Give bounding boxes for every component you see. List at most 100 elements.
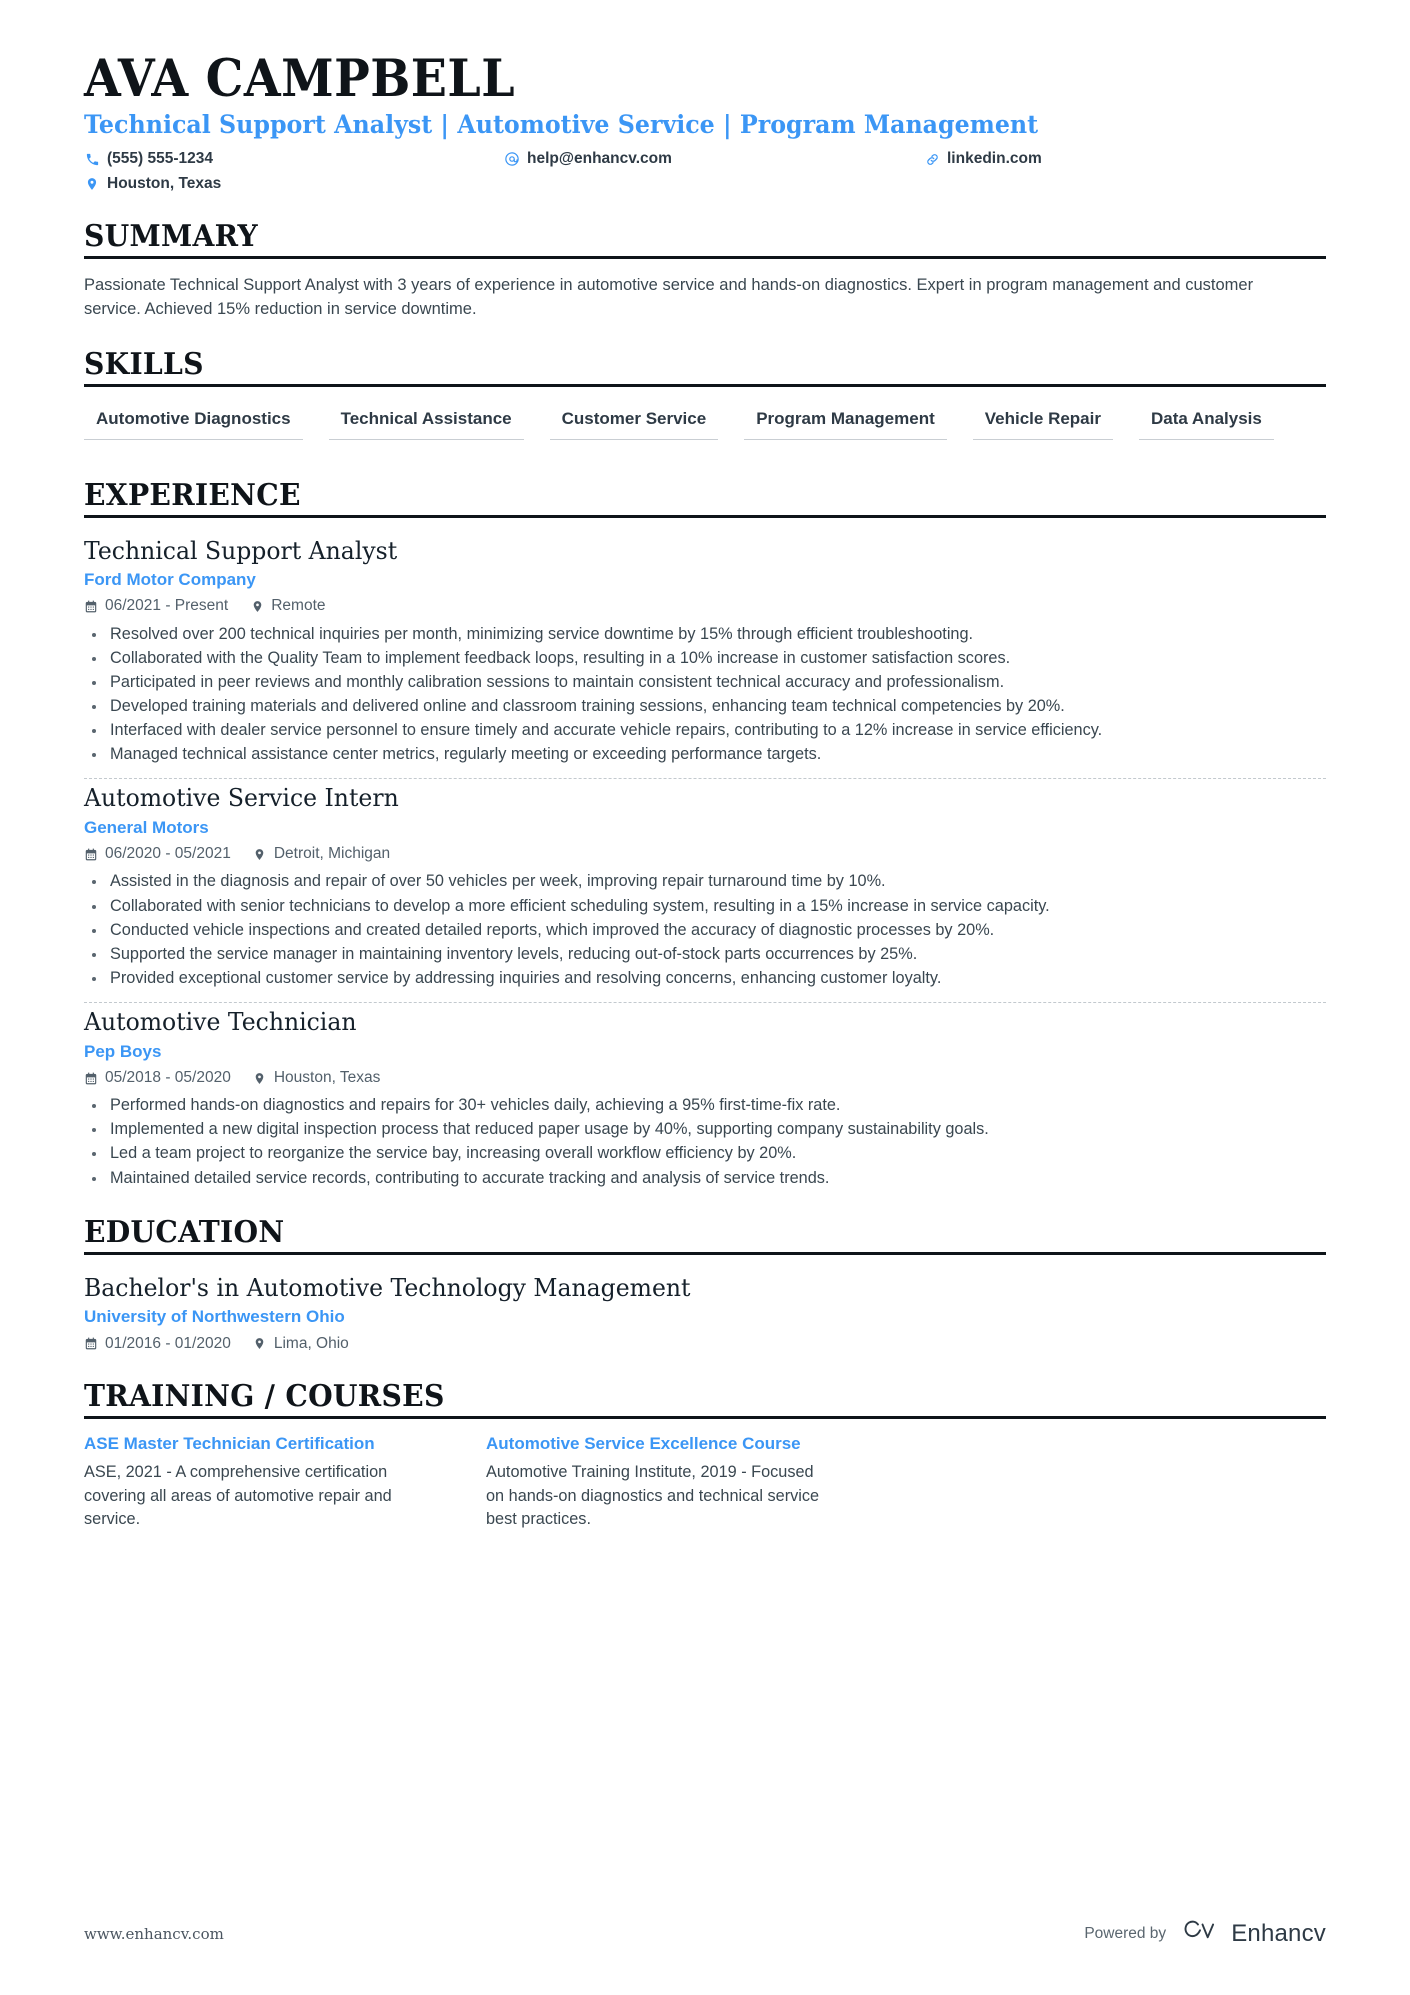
bullet-item: Led a team project to reorganize the ser… [84,1142,1295,1165]
bullet-item: Interfaced with dealer service personnel… [84,719,1295,742]
responsibility-list: Assisted in the diagnosis and repair of … [84,870,1326,990]
resume-page: AVA CAMPBELL Technical Support Analyst |… [0,0,1410,1995]
page-footer: www.enhancv.com Powered by Enhancv [84,1918,1326,1949]
location-icon [84,176,100,192]
company-name: Pep Boys [84,1041,162,1061]
contact-email[interactable]: help@enhancv.com [504,149,924,169]
bullet-item: Collaborated with senior technicians to … [84,895,1295,918]
link-icon [924,151,940,167]
company-name: Ford Motor Company [84,570,256,590]
education-entry: Bachelor's in Automotive Technology Mana… [84,1269,1326,1354]
skills-list: Automotive Diagnostics Technical Assista… [84,401,1326,452]
entry-meta: 05/2018 - 05/2020 Houston, Texas [84,1068,1326,1088]
contact-phone-text: (555) 555-1234 [107,150,213,168]
powered-by-label: Powered by [1084,1924,1167,1942]
section-divider [84,1415,1326,1419]
skill-item: Vehicle Repair [972,401,1113,440]
entry-dates: 05/2018 - 05/2020 [84,1068,231,1088]
responsibility-list: Resolved over 200 technical inquiries pe… [84,623,1326,767]
footer-url[interactable]: www.enhancv.com [84,1925,224,1943]
skill-item: Data Analysis [1138,401,1274,440]
contact-info: (555) 555-1234 help@enhancv.com linkedin… [84,149,1326,193]
location-icon [253,1071,267,1086]
candidate-headline: Technical Support Analyst | Automotive S… [84,110,1039,141]
entry-dates-text: 01/2016 - 01/2020 [105,1334,231,1352]
bullet-item: Conducted vehicle inspections and create… [84,919,1295,942]
calendar-icon [84,847,98,862]
skill-item: Automotive Diagnostics [84,401,303,440]
summary-text: Passionate Technical Support Analyst wit… [84,275,1254,319]
contact-location: Houston, Texas [84,174,504,194]
section-divider [84,514,1326,518]
section-title-summary: SUMMARY [84,218,258,254]
entry-location-text: Detroit, Michigan [273,845,391,863]
skill-item: Customer Service [549,401,719,440]
degree-title: Bachelor's in Automotive Technology Mana… [84,1272,691,1302]
bullet-item: Provided exceptional customer service by… [84,967,1295,990]
course-item: Automotive Service Excellence Course Aut… [486,1433,826,1531]
experience-entry: Automotive Service Intern General Motors… [84,779,1326,990]
skill-item: Program Management [744,401,947,440]
experience-entry: Technical Support Analyst Ford Motor Com… [84,532,1326,767]
job-title: Automotive Technician [84,1007,357,1037]
school-name: University of Northwestern Ohio [84,1307,345,1327]
email-icon [504,151,520,167]
experience-entry: Automotive Technician Pep Boys 05/2018 -… [84,1003,1326,1190]
courses-list: ASE Master Technician Certification ASE,… [84,1433,1326,1531]
enhancv-logo-icon [1182,1918,1222,1949]
bullet-item: Supported the service manager in maintai… [84,943,1295,966]
job-title: Automotive Service Intern [84,783,399,813]
section-experience: EXPERIENCE Technical Support Analyst For… [84,479,1326,1190]
entry-dates-text: 06/2021 - Present [105,597,229,615]
entry-meta: 01/2016 - 01/2020 Lima, Ohio [84,1334,1326,1354]
entry-location: Remote [250,596,326,616]
bullet-item: Performed hands-on diagnostics and repai… [84,1094,1295,1117]
enhancv-wordmark: Enhancv [1231,1919,1326,1947]
calendar-icon [84,1071,98,1086]
section-divider [84,255,1326,259]
entry-location: Detroit, Michigan [253,844,390,864]
bullet-item: Collaborated with the Quality Team to im… [84,647,1295,670]
section-divider [84,384,1326,388]
job-title: Technical Support Analyst [84,535,398,565]
contact-location-text: Houston, Texas [107,174,222,192]
entry-location: Houston, Texas [253,1068,381,1088]
course-title: Automotive Service Excellence Course [486,1433,801,1453]
contact-phone[interactable]: (555) 555-1234 [84,149,504,169]
bullet-item: Implemented a new digital inspection pro… [84,1118,1295,1141]
entry-dates: 06/2021 - Present [84,596,228,616]
phone-icon [84,151,100,167]
bullet-item: Maintained detailed service records, con… [84,1167,1295,1190]
skill-item: Technical Assistance [328,401,524,440]
footer-branding: Powered by Enhancv [1084,1918,1326,1949]
course-description: ASE, 2021 - A comprehensive certificatio… [84,1463,392,1528]
section-title-experience: EXPERIENCE [84,477,301,513]
course-description: Automotive Training Institute, 2019 - Fo… [486,1463,820,1528]
section-skills: SKILLS Automotive Diagnostics Technical … [84,348,1326,452]
candidate-name: AVA CAMPBELL [84,49,516,109]
entry-meta: 06/2021 - Present Remote [84,596,1326,616]
location-icon [250,599,264,614]
entry-meta: 06/2020 - 05/2021 Detroit, Michigan [84,844,1326,864]
location-icon [253,1336,267,1351]
bullet-item: Participated in peer reviews and monthly… [84,671,1295,694]
course-item: ASE Master Technician Certification ASE,… [84,1433,424,1531]
course-title: ASE Master Technician Certification [84,1433,375,1453]
section-title-skills: SKILLS [84,347,204,383]
contact-linkedin[interactable]: linkedin.com [924,149,1326,169]
bullet-item: Developed training materials and deliver… [84,695,1295,718]
entry-location-text: Lima, Ohio [273,1334,349,1352]
location-icon [253,847,267,862]
enhancv-brand: Enhancv [1182,1918,1326,1949]
company-name: General Motors [84,818,209,838]
section-title-education: EDUCATION [84,1214,285,1250]
section-title-training: TRAINING / COURSES [84,1378,445,1414]
contact-linkedin-text: linkedin.com [947,150,1042,168]
entry-location-text: Houston, Texas [273,1069,381,1087]
contact-email-text: help@enhancv.com [527,150,672,168]
bullet-item: Managed technical assistance center metr… [84,743,1295,766]
responsibility-list: Performed hands-on diagnostics and repai… [84,1094,1326,1190]
section-divider [84,1251,1326,1255]
section-summary: SUMMARY Passionate Technical Support Ana… [84,220,1326,323]
section-education: EDUCATION Bachelor's in Automotive Techn… [84,1216,1326,1354]
